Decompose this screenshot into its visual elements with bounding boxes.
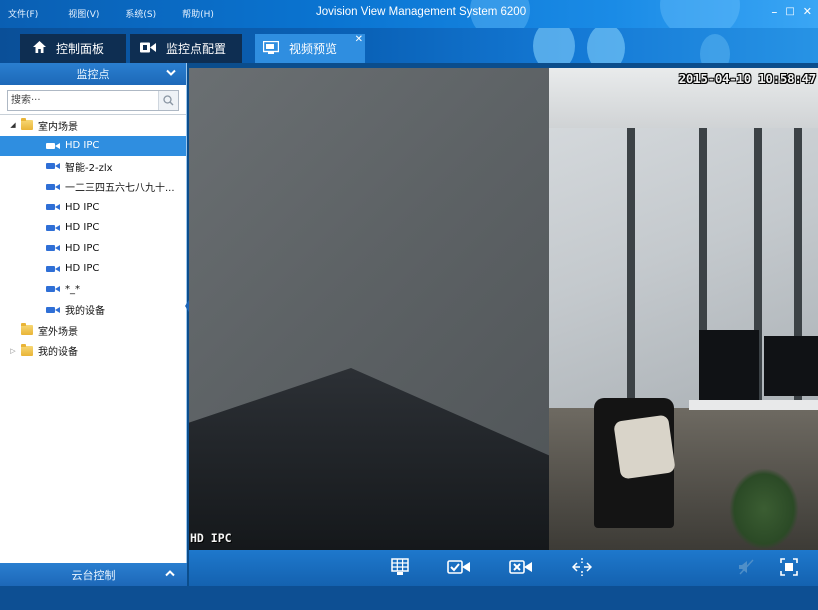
video-scene-pillow bbox=[613, 414, 676, 480]
video-scene-mullion bbox=[627, 98, 635, 428]
tab-control-panel[interactable]: 控制面板 bbox=[20, 34, 126, 63]
tab-control-panel-label: 控制面板 bbox=[56, 42, 105, 56]
search-input[interactable] bbox=[8, 91, 158, 110]
menu-file[interactable]: 文件(F) bbox=[8, 7, 38, 20]
home-icon bbox=[33, 41, 46, 56]
camera-icon bbox=[46, 203, 60, 211]
tab-bar: 控制面板 监控点配置 视频预览 ✕ bbox=[0, 28, 818, 63]
mute-button[interactable] bbox=[734, 556, 758, 578]
chevron-up-icon[interactable] bbox=[165, 567, 175, 580]
expanded-triangle-icon[interactable]: ◢ bbox=[8, 121, 18, 129]
video-scene-monitor bbox=[764, 336, 818, 396]
tree-item-label: HD IPC bbox=[65, 263, 100, 275]
tree-item-label: HD IPC bbox=[65, 222, 100, 234]
tree-item-label: HD IPC bbox=[65, 242, 100, 254]
tree-group-my-devices[interactable]: ▷ 我的设备 bbox=[0, 341, 186, 362]
tab-camera-config-label: 监控点配置 bbox=[166, 42, 227, 56]
camera-config-icon bbox=[140, 42, 156, 56]
video-channel-name: HD IPC bbox=[190, 531, 232, 545]
camera-close-icon bbox=[509, 560, 532, 574]
layout-button[interactable] bbox=[388, 556, 412, 578]
window-controls: – □ ✕ bbox=[771, 5, 812, 19]
camera-icon bbox=[46, 224, 60, 232]
camera-icon bbox=[46, 285, 60, 293]
menu-bar: 文件(F) 视图(V) 系统(S) 帮助(H) bbox=[8, 7, 230, 20]
close-tab-icon[interactable]: ✕ bbox=[355, 34, 363, 45]
monitor-preview-icon bbox=[262, 40, 280, 57]
camera-icon bbox=[46, 162, 60, 170]
device-tree: ◢ 室内场景 HD IPC 智能-2-zlx 一二三四五六七八九十... HD … bbox=[0, 114, 186, 361]
tab-decoration bbox=[587, 28, 625, 63]
status-bar bbox=[0, 586, 818, 610]
folder-icon bbox=[21, 118, 33, 131]
tree-group-indoor[interactable]: ◢ 室内场景 bbox=[0, 115, 186, 136]
tab-decoration bbox=[700, 34, 730, 63]
app-title: Jovision View Management System 6200 bbox=[316, 6, 527, 18]
menu-system[interactable]: 系统(S) bbox=[125, 7, 156, 20]
tree-item-label: HD IPC bbox=[65, 140, 100, 152]
search-icon bbox=[163, 95, 174, 106]
tree-group-label: 室内场景 bbox=[38, 121, 78, 133]
video-scene-monitor bbox=[699, 330, 759, 400]
folder-icon bbox=[21, 323, 33, 336]
video-scene-desk bbox=[689, 400, 818, 410]
layout-grid-icon bbox=[391, 558, 409, 575]
tree-item-label: 我的设备 bbox=[65, 306, 105, 318]
camera-icon bbox=[46, 142, 60, 150]
tree-item-label: HD IPC bbox=[65, 201, 100, 213]
tree-item-device[interactable]: 一二三四五六七八九十... bbox=[0, 177, 186, 198]
tab-video-preview[interactable]: 视频预览 ✕ bbox=[255, 34, 365, 63]
stop-record-button[interactable] bbox=[509, 556, 533, 578]
tab-video-preview-label: 视频预览 bbox=[289, 42, 338, 56]
video-toolbar bbox=[189, 550, 818, 586]
tree-item-device[interactable]: 智能-2-zlx bbox=[0, 156, 186, 177]
ptz-control-header[interactable]: 云台控制 bbox=[0, 563, 187, 586]
tree-group-label: 室外场景 bbox=[38, 326, 78, 338]
tree-item-device[interactable]: HD IPC bbox=[0, 197, 186, 218]
tree-item-device[interactable]: HD IPC bbox=[0, 259, 186, 280]
tree-item-device[interactable]: 我的设备 bbox=[0, 300, 186, 321]
menu-view[interactable]: 视图(V) bbox=[68, 7, 99, 20]
collapsed-triangle-icon[interactable]: ▷ bbox=[8, 347, 18, 355]
sidebar-title: 监控点 bbox=[76, 68, 110, 81]
minimize-button[interactable]: – bbox=[771, 5, 777, 19]
video-scene-plant bbox=[729, 468, 799, 550]
sidebar: 监控点 ◢ 室内场景 HD IPC 智能-2-zlx bbox=[0, 63, 187, 586]
tab-decoration bbox=[533, 28, 575, 63]
search-button[interactable] bbox=[158, 91, 178, 110]
camera-icon bbox=[46, 244, 60, 252]
tab-camera-config[interactable]: 监控点配置 bbox=[130, 34, 242, 63]
title-decoration bbox=[660, 0, 740, 28]
tree-item-label: *_* bbox=[65, 283, 80, 295]
camera-icon bbox=[46, 183, 60, 191]
tree-item-label: 智能-2-zlx bbox=[65, 162, 113, 174]
tree-item-device[interactable]: HD IPC bbox=[0, 238, 186, 259]
mute-icon bbox=[739, 559, 754, 575]
tree-group-label: 我的设备 bbox=[38, 347, 78, 359]
close-window-button[interactable]: ✕ bbox=[803, 5, 812, 19]
chevron-down-icon[interactable] bbox=[166, 67, 176, 80]
sidebar-header[interactable]: 监控点 bbox=[0, 63, 186, 85]
folder-icon bbox=[21, 343, 33, 356]
tree-item-device[interactable]: HD IPC bbox=[0, 135, 186, 156]
camera-icon bbox=[46, 306, 60, 314]
tree-item-label: 一二三四五六七八九十... bbox=[65, 183, 175, 195]
camera-icon bbox=[46, 265, 60, 273]
search-box bbox=[7, 90, 179, 111]
tree-item-device[interactable]: HD IPC bbox=[0, 218, 186, 239]
title-bar: 文件(F) 视图(V) 系统(S) 帮助(H) Jovision View Ma… bbox=[0, 0, 818, 28]
menu-help[interactable]: 帮助(H) bbox=[182, 7, 214, 20]
ptz-label: 云台控制 bbox=[71, 568, 116, 582]
start-record-button[interactable] bbox=[447, 556, 471, 578]
tree-group-outdoor[interactable]: 室外场景 bbox=[0, 320, 186, 341]
camera-check-icon bbox=[447, 560, 470, 574]
split-screen-button[interactable] bbox=[570, 556, 594, 578]
video-timestamp: 2015-04-10 10:58:47 bbox=[678, 71, 817, 86]
fullscreen-icon bbox=[780, 558, 798, 576]
tree-item-device[interactable]: *_* bbox=[0, 279, 186, 300]
split-icon bbox=[572, 558, 592, 576]
maximize-button[interactable]: □ bbox=[785, 6, 794, 19]
video-preview[interactable]: 2015-04-10 10:58:47 HD IPC bbox=[189, 68, 818, 550]
fullscreen-button[interactable] bbox=[777, 556, 801, 578]
